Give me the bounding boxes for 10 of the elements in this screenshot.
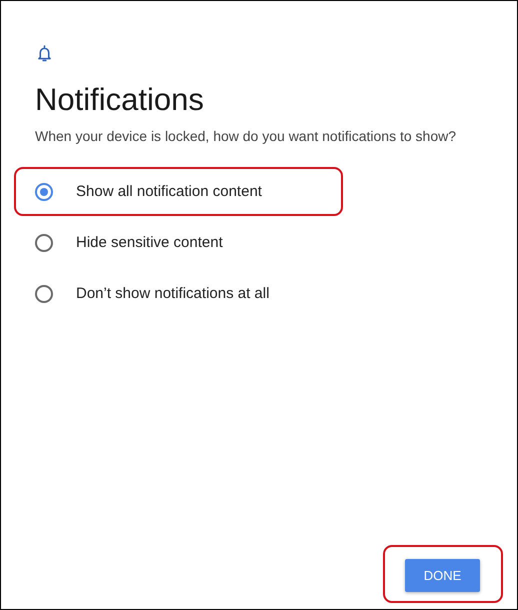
- page-title: Notifications: [35, 82, 205, 118]
- radio-button[interactable]: [35, 234, 53, 252]
- option-label[interactable]: Don’t show notifications at all: [76, 285, 270, 302]
- bell-icon: [37, 45, 52, 62]
- done-button[interactable]: DONE: [405, 559, 480, 592]
- option-label[interactable]: Hide sensitive content: [76, 234, 223, 251]
- option-label[interactable]: Show all notification content: [76, 183, 262, 200]
- question-text: When your device is locked, how do you want notifications to show?: [35, 127, 458, 145]
- radio-button[interactable]: [35, 284, 53, 302]
- radio-button[interactable]: [35, 182, 53, 200]
